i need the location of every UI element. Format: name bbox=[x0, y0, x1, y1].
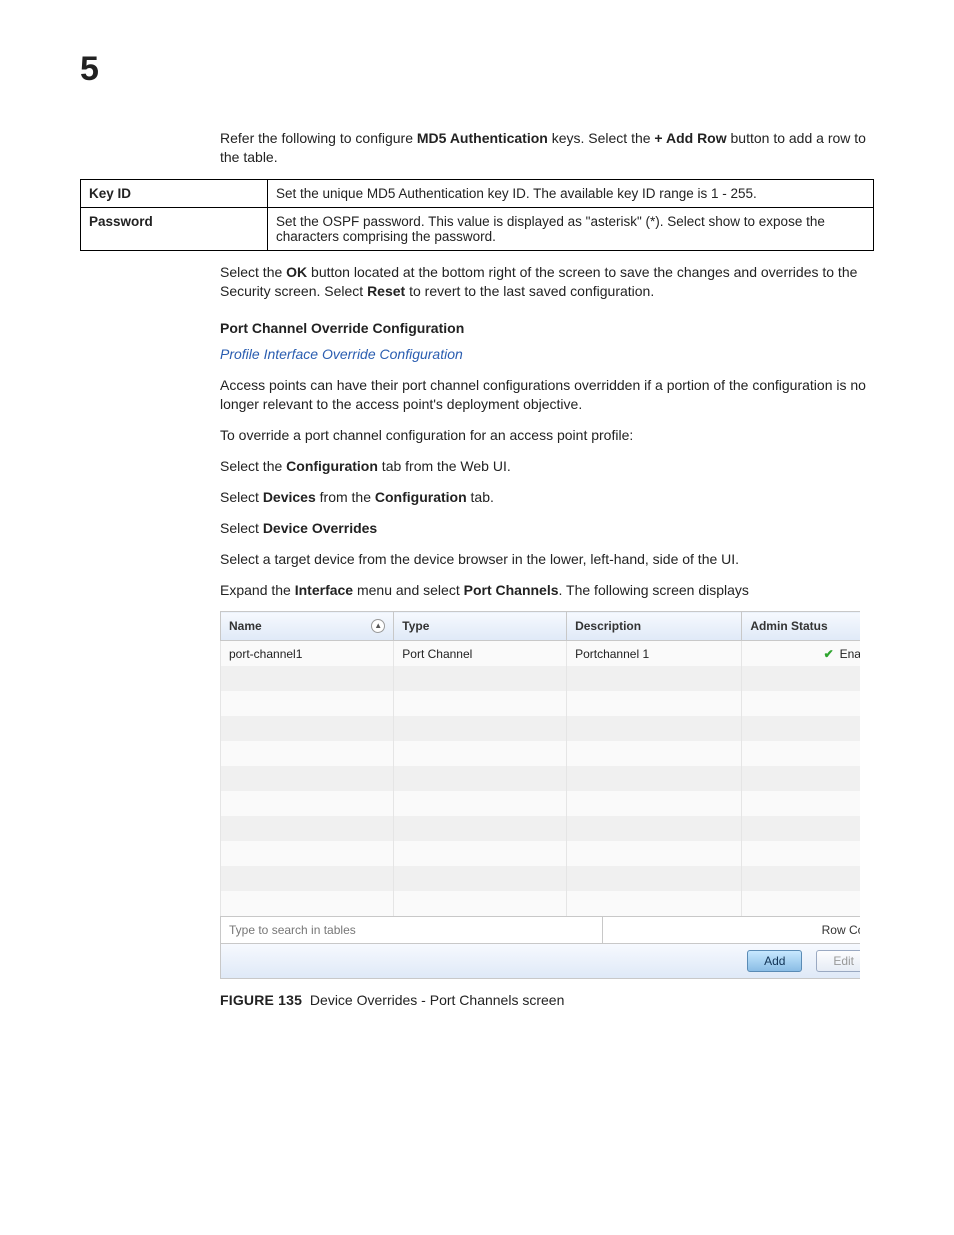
table-row bbox=[221, 766, 861, 791]
md5-auth-term: MD5 Authentication bbox=[417, 130, 548, 146]
text: . The following screen displays bbox=[559, 582, 749, 598]
step-4: Select a target device from the device b… bbox=[220, 550, 874, 569]
table-row bbox=[221, 666, 861, 691]
grid-button-bar: Add Edit bbox=[220, 944, 860, 979]
port-channels-term: Port Channels bbox=[464, 582, 559, 598]
table-row[interactable]: port-channel1 Port Channel Portchannel 1… bbox=[221, 641, 861, 667]
text: Select bbox=[220, 489, 263, 505]
step-5: Expand the Interface menu and select Por… bbox=[220, 581, 874, 600]
col-header-name[interactable]: Name ▲ bbox=[221, 612, 394, 641]
col-header-admin-status[interactable]: Admin Status bbox=[742, 612, 860, 641]
table-row bbox=[221, 741, 861, 766]
text: Expand the bbox=[220, 582, 295, 598]
configuration-term: Configuration bbox=[375, 489, 467, 505]
text: Refer the following to configure bbox=[220, 130, 417, 146]
table-row bbox=[221, 866, 861, 891]
table-row: Key ID Set the unique MD5 Authentication… bbox=[81, 179, 874, 207]
chapter-number: 5 bbox=[80, 50, 874, 89]
interface-term: Interface bbox=[295, 582, 353, 598]
table-row bbox=[221, 891, 861, 916]
table-row bbox=[221, 691, 861, 716]
intro-paragraph: Refer the following to configure MD5 Aut… bbox=[220, 129, 874, 167]
text: tab. bbox=[467, 489, 494, 505]
def-value: Set the OSPF password. This value is dis… bbox=[268, 207, 874, 250]
add-row-term: + Add Row bbox=[654, 130, 726, 146]
configuration-term: Configuration bbox=[286, 458, 378, 474]
profile-interface-override-link[interactable]: Profile Interface Override Configuration bbox=[220, 346, 463, 362]
table-row: Password Set the OSPF password. This val… bbox=[81, 207, 874, 250]
sort-asc-icon[interactable]: ▲ bbox=[371, 619, 385, 633]
ok-term: OK bbox=[286, 264, 307, 280]
device-overrides-term: Device Overrides bbox=[263, 520, 377, 536]
col-header-type[interactable]: Type bbox=[394, 612, 567, 641]
cell-admin-status: ✔ Enable bbox=[742, 641, 860, 667]
def-key: Key ID bbox=[81, 179, 268, 207]
text: Select the bbox=[220, 458, 286, 474]
text: to revert to the last saved configuratio… bbox=[405, 283, 654, 299]
def-value: Set the unique MD5 Authentication key ID… bbox=[268, 179, 874, 207]
port-channels-grid: Name ▲ Type Description Admin Status por… bbox=[220, 611, 860, 916]
text: menu and select bbox=[353, 582, 464, 598]
step-3: Select Device Overrides bbox=[220, 519, 874, 538]
paragraph: Access points can have their port channe… bbox=[220, 376, 874, 414]
figure-caption: FIGURE 135 Device Overrides - Port Chann… bbox=[220, 991, 874, 1010]
port-channels-screenshot: Name ▲ Type Description Admin Status por… bbox=[220, 611, 860, 979]
figure-title: Device Overrides - Port Channels screen bbox=[310, 992, 564, 1008]
ok-reset-paragraph: Select the OK button located at the bott… bbox=[220, 263, 874, 301]
checkmark-icon: ✔ bbox=[824, 647, 834, 661]
port-channel-override-heading: Port Channel Override Configuration bbox=[220, 319, 874, 338]
grid-footer: Type to search in tables Row Cou bbox=[220, 916, 860, 944]
reset-term: Reset bbox=[367, 283, 405, 299]
add-button[interactable]: Add bbox=[747, 950, 802, 972]
text: from the bbox=[316, 489, 375, 505]
edit-button[interactable]: Edit bbox=[816, 950, 860, 972]
text: keys. Select the bbox=[548, 130, 655, 146]
cell-type: Port Channel bbox=[394, 641, 567, 667]
row-count-label: Row Cou bbox=[603, 917, 860, 943]
text: tab from the Web UI. bbox=[378, 458, 511, 474]
header-label: Name bbox=[229, 619, 262, 633]
step-2: Select Devices from the Configuration ta… bbox=[220, 488, 874, 507]
table-row bbox=[221, 841, 861, 866]
status-text: Enable bbox=[840, 647, 860, 661]
devices-term: Devices bbox=[263, 489, 316, 505]
col-header-description[interactable]: Description bbox=[567, 612, 742, 641]
text: Select the bbox=[220, 264, 286, 280]
search-input[interactable]: Type to search in tables bbox=[221, 917, 603, 943]
cell-description: Portchannel 1 bbox=[567, 641, 742, 667]
table-row bbox=[221, 816, 861, 841]
md5-key-definition-table: Key ID Set the unique MD5 Authentication… bbox=[80, 179, 874, 251]
def-key: Password bbox=[81, 207, 268, 250]
cell-name: port-channel1 bbox=[221, 641, 394, 667]
text: Select bbox=[220, 520, 263, 536]
step-1: Select the Configuration tab from the We… bbox=[220, 457, 874, 476]
table-row bbox=[221, 791, 861, 816]
figure-number: FIGURE 135 bbox=[220, 992, 302, 1008]
paragraph: To override a port channel configuration… bbox=[220, 426, 874, 445]
table-row bbox=[221, 716, 861, 741]
